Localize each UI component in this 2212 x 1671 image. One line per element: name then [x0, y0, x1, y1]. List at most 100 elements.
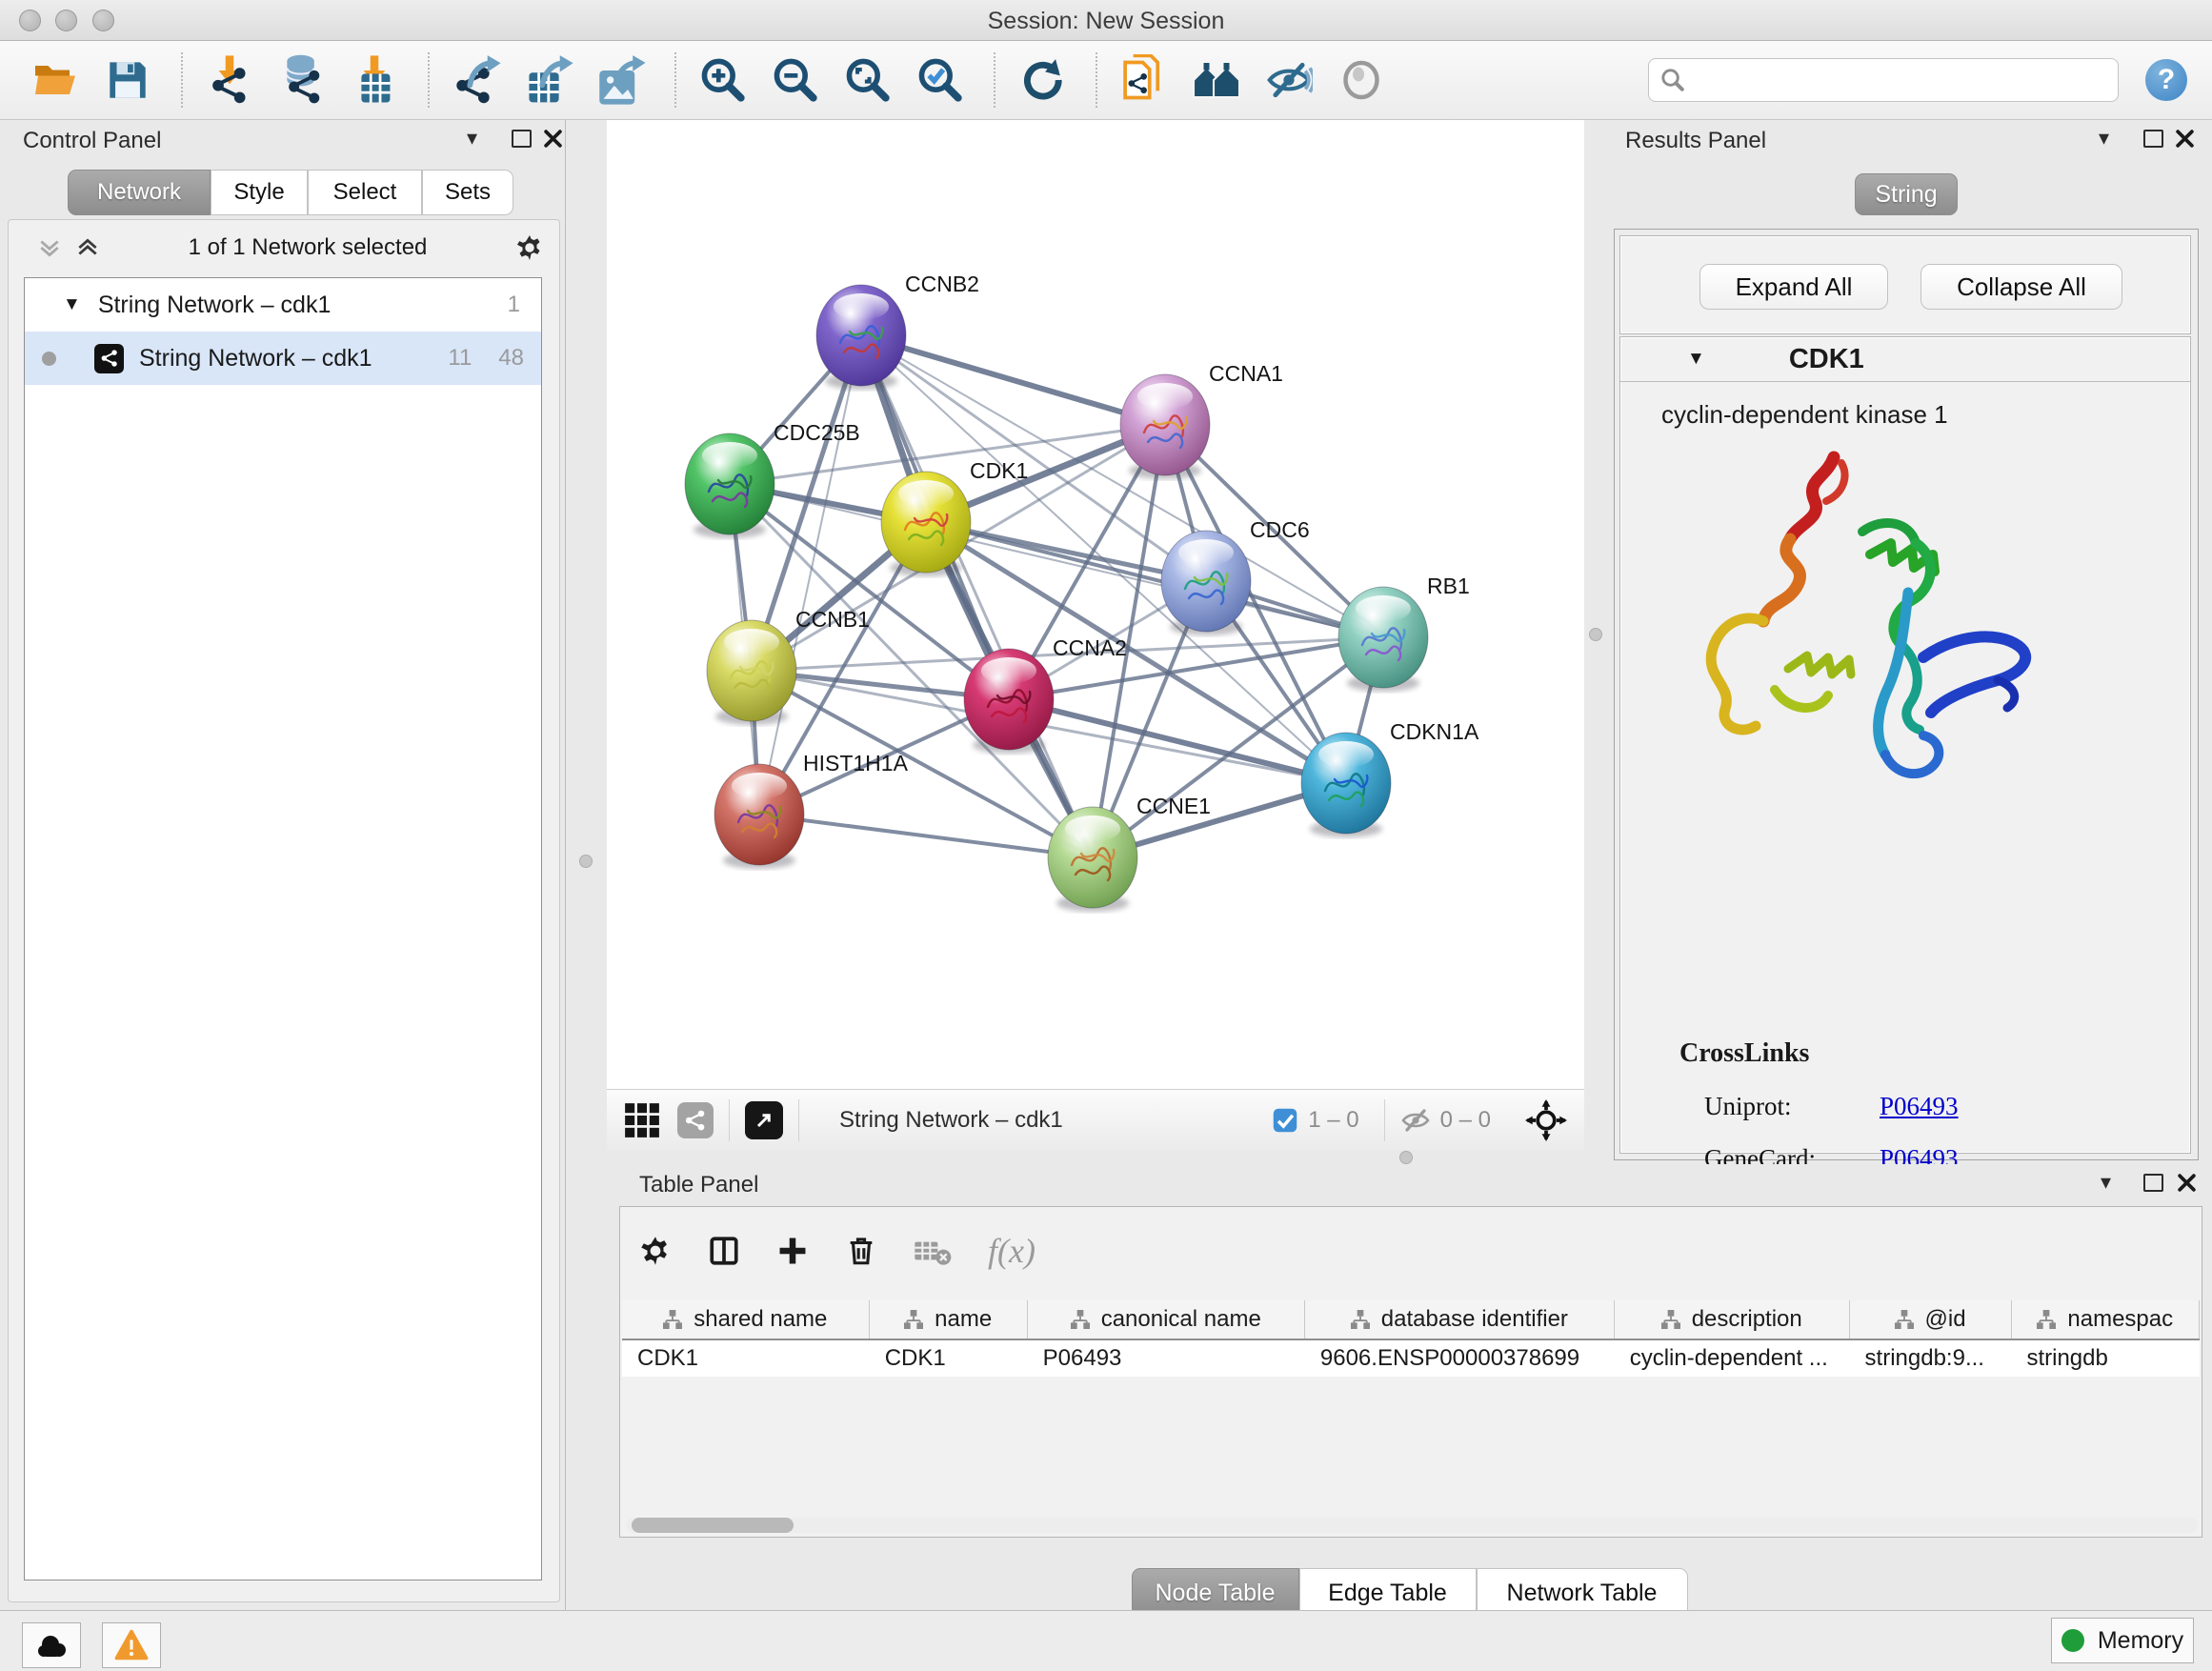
network-node-ccnb2[interactable]: CCNB2: [816, 272, 979, 390]
control-panel-menu-icon[interactable]: ▾: [467, 128, 477, 149]
network-row-selected[interactable]: String Network – cdk1 11 48: [25, 332, 541, 385]
export-table-icon[interactable]: [522, 53, 575, 107]
network-edge[interactable]: [861, 335, 1165, 425]
toolbar-separator: [428, 52, 431, 108]
gene-collapse-icon[interactable]: ▼: [1687, 349, 1705, 370]
column-header[interactable]: canonical name: [1028, 1300, 1305, 1339]
network-edge[interactable]: [759, 815, 1093, 857]
zoom-selected-icon[interactable]: [914, 53, 967, 107]
table-cell[interactable]: 9606.ENSP00000378699: [1305, 1340, 1615, 1377]
import-network-database-icon[interactable]: [275, 53, 329, 107]
import-table-icon[interactable]: [348, 53, 401, 107]
save-session-icon[interactable]: [101, 53, 154, 107]
results-panel-menu-icon[interactable]: ▾: [2099, 128, 2109, 149]
delete-column-icon[interactable]: [845, 1235, 877, 1267]
columns-icon[interactable]: [708, 1235, 740, 1267]
gear-icon[interactable]: [639, 1235, 672, 1267]
table-row[interactable]: CDK1CDK1P064939606.ENSP00000378699cyclin…: [622, 1340, 2200, 1377]
crosslink-label: Uniprot:: [1704, 1092, 1880, 1121]
network-graph[interactable]: CCNB2CCNA1CDC25BCDK1CDC6RB1CCNB1CCNA2CDK…: [607, 120, 1584, 1089]
tab-network[interactable]: Network: [68, 170, 211, 215]
expand-all-button[interactable]: Expand All: [1699, 264, 1888, 310]
network-options-gear-icon[interactable]: [515, 233, 544, 262]
tab-style[interactable]: Style: [211, 170, 308, 215]
bottom-splitter-handle[interactable]: [1399, 1151, 1413, 1164]
zoom-in-icon[interactable]: [696, 53, 750, 107]
table-panel-menu-icon[interactable]: ▾: [2101, 1172, 2111, 1193]
column-header[interactable]: @id: [1850, 1300, 2012, 1339]
network-view-share-icon[interactable]: [677, 1102, 714, 1138]
table-panel-float-icon[interactable]: [2143, 1174, 2163, 1192]
column-header[interactable]: namespac: [2012, 1300, 2201, 1339]
network-view-canvas[interactable]: CCNB2CCNA1CDC25BCDK1CDC6RB1CCNB1CCNA2CDK…: [607, 120, 1584, 1089]
branch-icon: [663, 1310, 682, 1329]
collapse-all-button[interactable]: Collapse All: [1920, 264, 2122, 310]
column-header[interactable]: database identifier: [1305, 1300, 1615, 1339]
table-cell[interactable]: CDK1: [870, 1340, 1028, 1377]
cloud-button[interactable]: [22, 1622, 81, 1668]
birdseye-navigator-icon[interactable]: [1525, 1099, 1567, 1141]
collection-expand-icon[interactable]: ▼: [63, 294, 81, 315]
import-network-file-icon[interactable]: [203, 53, 256, 107]
table-header-row: shared namenamecanonical namedatabase id…: [622, 1300, 2200, 1340]
node-label: CDC25B: [774, 420, 860, 445]
table-cell[interactable]: stringdb: [2011, 1340, 2200, 1377]
network-node-hist1h1a[interactable]: HIST1H1A: [714, 751, 909, 869]
add-column-icon[interactable]: [776, 1235, 809, 1267]
expand-collapse-bar: Expand All Collapse All: [1619, 235, 2191, 334]
table-horizontal-scrollbar[interactable]: [626, 1518, 2198, 1533]
tab-sets[interactable]: Sets: [422, 170, 513, 215]
grid-view-icon[interactable]: [624, 1102, 660, 1138]
search-input[interactable]: [1685, 66, 2089, 94]
main-toolbar: ?: [0, 41, 2212, 120]
scrollbar-thumb[interactable]: [632, 1518, 794, 1533]
export-image-icon[interactable]: [594, 53, 648, 107]
network-node-cdc6[interactable]: CDC6: [1161, 517, 1310, 635]
column-header[interactable]: description: [1615, 1300, 1850, 1339]
function-builder-icon[interactable]: f(x): [988, 1231, 1036, 1271]
search-icon: [1660, 68, 1685, 92]
memory-button[interactable]: Memory: [2051, 1618, 2194, 1663]
export-network-icon[interactable]: [450, 53, 503, 107]
table-cell[interactable]: cyclin-dependent ...: [1615, 1340, 1850, 1377]
network-edge[interactable]: [926, 522, 1383, 637]
left-splitter-handle[interactable]: [579, 855, 593, 868]
table-cell[interactable]: CDK1: [622, 1340, 870, 1377]
column-header[interactable]: shared name: [622, 1300, 870, 1339]
selected-checkbox-icon[interactable]: [1272, 1107, 1298, 1134]
expand-all-icon[interactable]: [75, 235, 100, 260]
network-collection-row[interactable]: ▼ String Network – cdk1 1: [25, 278, 541, 332]
string-home-icon[interactable]: [1190, 53, 1243, 107]
crosslink-link[interactable]: P06493: [1880, 1092, 1959, 1121]
tab-select[interactable]: Select: [308, 170, 422, 215]
detach-view-icon[interactable]: [745, 1101, 783, 1139]
control-panel-close-icon[interactable]: [543, 129, 563, 149]
delete-table-icon[interactable]: [914, 1235, 952, 1267]
results-panel-close-icon[interactable]: [2175, 129, 2195, 149]
string-document-icon[interactable]: [1117, 53, 1171, 107]
network-node-rb1[interactable]: RB1: [1338, 574, 1470, 692]
zoom-out-icon[interactable]: [769, 53, 822, 107]
right-splitter-handle[interactable]: [1589, 628, 1602, 641]
network-node-cdkn1a[interactable]: CDKN1A: [1301, 719, 1479, 837]
table-panel-close-icon[interactable]: [2177, 1173, 2197, 1193]
memory-status-dot: [2061, 1629, 2084, 1652]
hide-glasses-icon[interactable]: [1262, 53, 1316, 107]
warnings-button[interactable]: [102, 1622, 161, 1668]
table-cell[interactable]: P06493: [1028, 1340, 1305, 1377]
results-panel-float-icon[interactable]: [2143, 130, 2163, 148]
table-cell[interactable]: stringdb:9...: [1850, 1340, 2012, 1377]
refresh-view-icon[interactable]: [1016, 53, 1069, 107]
column-header[interactable]: name: [870, 1300, 1028, 1339]
network-node-cdk1[interactable]: CDK1: [881, 458, 1028, 576]
control-panel-float-icon[interactable]: [512, 130, 532, 148]
zoom-fit-icon[interactable]: [841, 53, 895, 107]
branch-icon: [2037, 1310, 2056, 1329]
show-eye-icon[interactable]: [1335, 53, 1388, 107]
collapse-all-icon[interactable]: [37, 235, 62, 260]
tab-string[interactable]: String: [1855, 173, 1958, 215]
open-session-icon[interactable]: [29, 53, 82, 107]
help-icon[interactable]: ?: [2145, 59, 2187, 101]
hidden-eye-slash-icon[interactable]: [1400, 1105, 1431, 1136]
network-edge[interactable]: [861, 335, 1093, 857]
